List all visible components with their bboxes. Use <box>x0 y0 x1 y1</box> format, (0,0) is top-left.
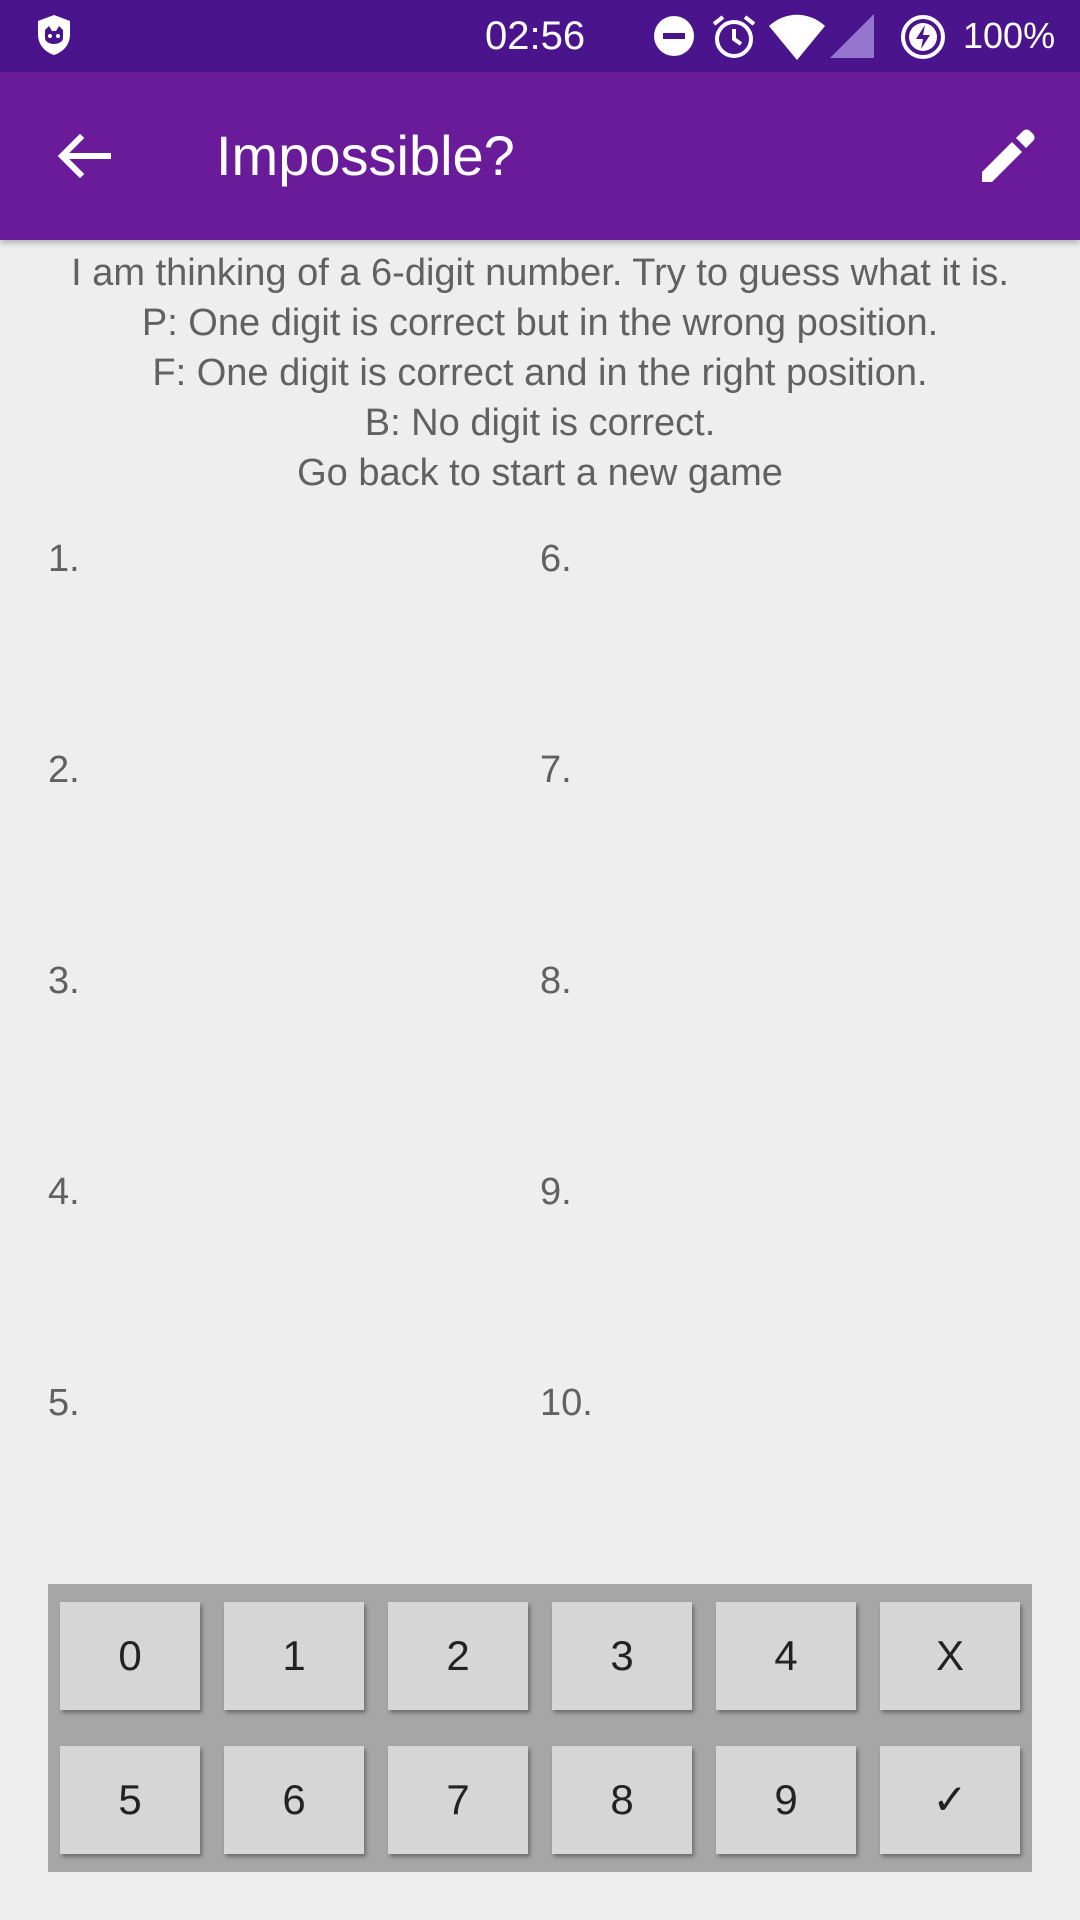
guess-slot: 2. <box>48 749 80 791</box>
key-0[interactable]: 0 <box>60 1602 200 1710</box>
pencil-icon <box>982 129 1035 182</box>
key-9[interactable]: 9 <box>716 1746 856 1854</box>
app-bar: Impossible? <box>0 72 1080 240</box>
guess-slot: 5. <box>48 1382 80 1424</box>
instruction-line: I am thinking of a 6-digit number. Try t… <box>71 252 1009 294</box>
instruction-line: Go back to start a new game <box>297 452 783 494</box>
guess-slot: 9. <box>540 1171 572 1213</box>
shield-icon <box>38 15 70 55</box>
instruction-line: B: No digit is correct. <box>364 402 716 444</box>
status-time: 02:56 <box>485 14 586 58</box>
battery-charging-icon <box>901 15 945 59</box>
instructions: I am thinking of a 6-digit number. Try t… <box>0 248 1080 498</box>
clear-key[interactable]: X <box>880 1602 1020 1710</box>
key-3[interactable]: 3 <box>552 1602 692 1710</box>
status-bar: 02:56 100% <box>0 0 1080 72</box>
cell-signal-icon <box>830 14 874 58</box>
guess-slot: 8. <box>540 960 572 1002</box>
alarm-icon <box>712 15 756 58</box>
battery-percentage: 100% <box>963 15 1056 56</box>
key-5[interactable]: 5 <box>60 1746 200 1854</box>
instruction-line: F: One digit is correct and in the right… <box>152 352 928 394</box>
guess-slot: 7. <box>540 749 572 791</box>
do-not-disturb-icon <box>654 16 694 56</box>
back-button[interactable] <box>42 118 126 194</box>
key-7[interactable]: 7 <box>388 1746 528 1854</box>
arrow-back-icon <box>57 133 111 179</box>
instruction-line: P: One digit is correct but in the wrong… <box>141 302 939 344</box>
key-1[interactable]: 1 <box>224 1602 364 1710</box>
guess-slot: 4. <box>48 1171 80 1213</box>
guess-slot: 6. <box>540 538 572 580</box>
edit-button[interactable] <box>966 118 1050 194</box>
wifi-icon <box>769 14 825 60</box>
page-title: Impossible? <box>216 124 515 187</box>
guess-slot: 10. <box>540 1382 593 1424</box>
key-8[interactable]: 8 <box>552 1746 692 1854</box>
key-6[interactable]: 6 <box>224 1746 364 1854</box>
key-4[interactable]: 4 <box>716 1602 856 1710</box>
guess-slot: 3. <box>48 960 80 1002</box>
guess-slot: 1. <box>48 538 80 580</box>
submit-key[interactable]: ✓ <box>880 1746 1020 1854</box>
key-2[interactable]: 2 <box>388 1602 528 1710</box>
keypad: 0 1 2 3 4 X 5 6 7 8 9 ✓ <box>48 1584 1032 1872</box>
